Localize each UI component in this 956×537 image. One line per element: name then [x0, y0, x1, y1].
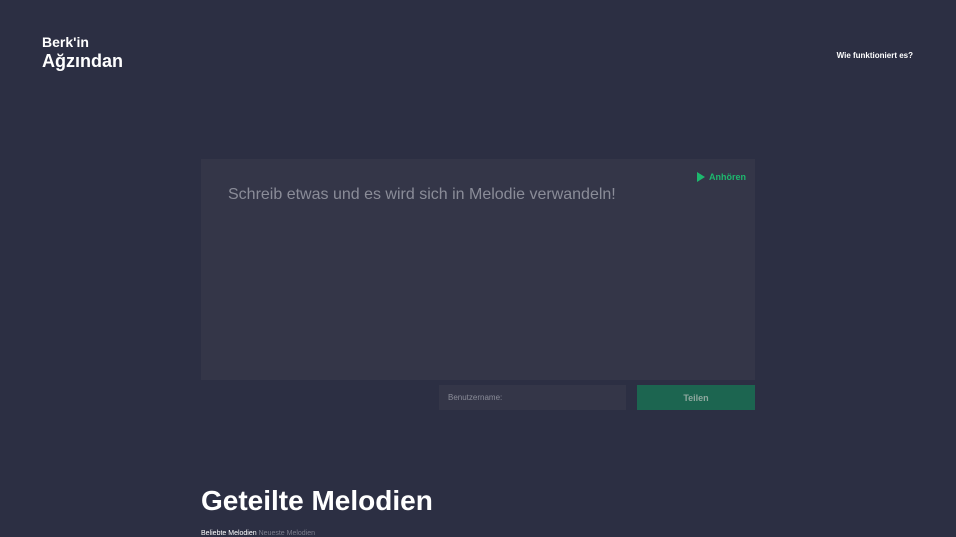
shared-melodies-filters: Beliebte Melodien Neueste Melodien	[201, 530, 315, 537]
listen-label: Anhören	[709, 172, 746, 182]
filter-popular[interactable]: Beliebte Melodien	[201, 530, 257, 537]
how-it-works-link[interactable]: Wie funktioniert es?	[837, 51, 913, 60]
filter-newest[interactable]: Neueste Melodien	[259, 530, 315, 537]
logo[interactable]: Berk'in Ağzından	[42, 35, 123, 71]
logo-line-1: Berk'in	[42, 34, 89, 50]
melody-text-input[interactable]	[201, 159, 755, 380]
username-input[interactable]	[439, 385, 626, 410]
play-icon	[697, 172, 705, 182]
page: Berk'in Ağzından Wie funktioniert es? An…	[0, 0, 956, 537]
shared-melodies-title: Geteilte Melodien	[201, 485, 433, 516]
melody-editor: Anhören	[201, 159, 755, 380]
listen-button[interactable]: Anhören	[697, 172, 746, 182]
logo-line-2: Ağzından	[42, 50, 123, 71]
share-button[interactable]: Teilen	[637, 385, 755, 410]
